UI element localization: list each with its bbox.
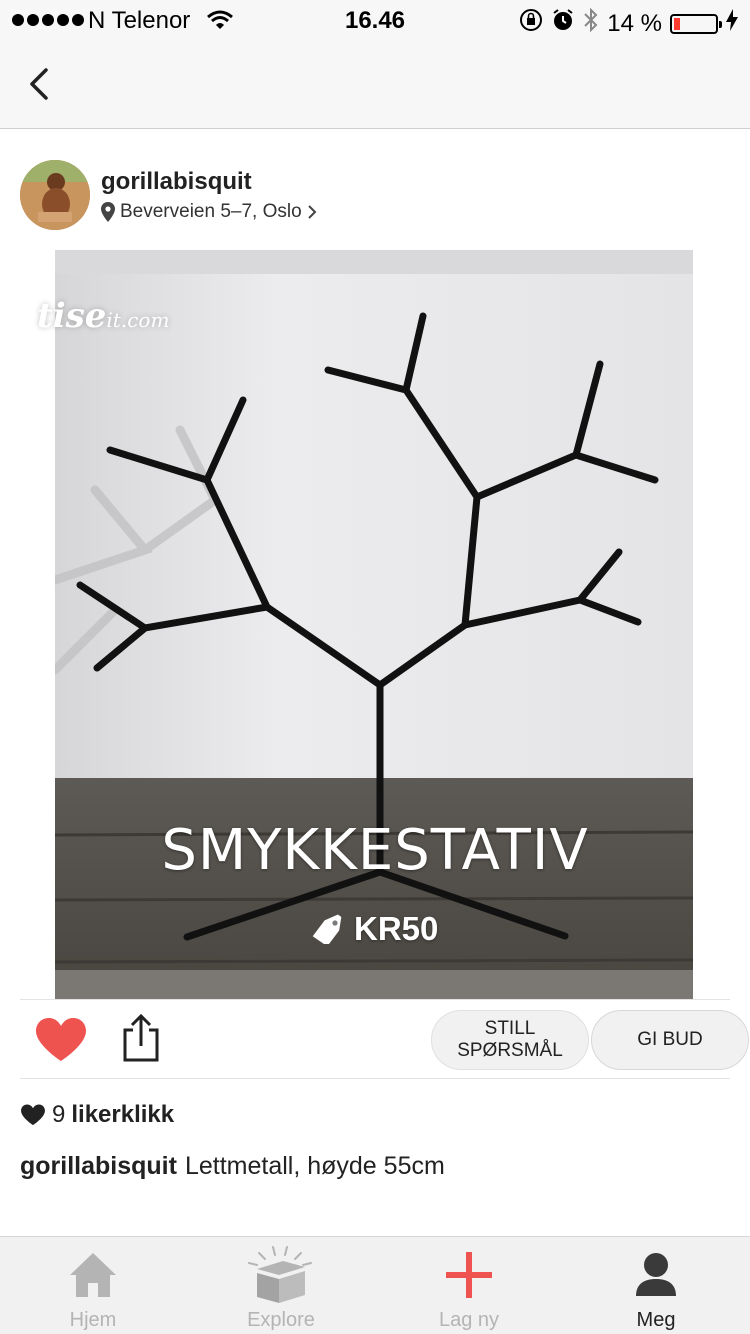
ask-question-button[interactable]: STILL SPØRSMÅL	[431, 1010, 589, 1070]
jewelry-tree-photo	[55, 250, 693, 1000]
place-bid-button[interactable]: GI BUD	[591, 1010, 749, 1070]
home-icon	[70, 1253, 116, 1297]
listing-photo[interactable]	[55, 250, 693, 1000]
tab-label: Lag ny	[438, 1309, 500, 1331]
item-title-overlay: SMYKKESTATIV	[161, 818, 589, 883]
username[interactable]: gorillabisquit	[101, 168, 252, 196]
treasure-chest-icon	[248, 1246, 312, 1303]
plus-icon	[446, 1252, 492, 1298]
likes-summary[interactable]: 9 likerklikk	[20, 1101, 174, 1129]
tab-label: Explore	[247, 1309, 315, 1331]
tab-label: Hjem	[69, 1309, 117, 1331]
battery-percent: 14 %	[607, 9, 662, 37]
person-icon	[636, 1253, 676, 1296]
post-header: gorillabisquit Beverveien 5–7, Oslo	[0, 130, 750, 248]
tab-bar: Hjem Explore Lag ny Meg	[0, 1236, 750, 1334]
map-pin-icon	[101, 202, 115, 222]
share-icon	[123, 1013, 159, 1062]
location-link[interactable]: Beverveien 5–7, Oslo	[101, 201, 317, 223]
ask-label-line2: SPØRSMÅL	[457, 1040, 563, 1061]
likes-count: 9	[52, 1101, 66, 1128]
tab-label: Meg	[636, 1309, 676, 1331]
price-tag-icon	[312, 914, 342, 944]
location-text: Beverveien 5–7, Oslo	[120, 201, 302, 222]
charging-icon	[726, 9, 738, 38]
tab-profile[interactable]: Meg	[581, 1237, 731, 1334]
bluetooth-icon	[583, 7, 599, 40]
chevron-left-icon	[30, 68, 48, 100]
chevron-right-icon	[307, 205, 317, 219]
tab-home[interactable]: Hjem	[18, 1237, 168, 1334]
avatar[interactable]	[20, 160, 90, 230]
caption: gorillabisquit Lettmetall, høyde 55cm	[20, 1152, 445, 1181]
nav-bar	[0, 40, 750, 129]
caption-username[interactable]: gorillabisquit	[20, 1152, 177, 1180]
ask-label-line1: STILL	[484, 1018, 536, 1039]
alarm-icon	[551, 8, 575, 39]
heart-icon	[36, 1018, 86, 1061]
item-price-overlay: KR50	[310, 910, 438, 948]
tise-watermark: tiseit.com	[37, 296, 170, 336]
share-button[interactable]	[121, 1013, 161, 1062]
rotation-lock-icon	[519, 8, 543, 39]
heart-small-icon	[21, 1104, 45, 1126]
caption-text: Lettmetall, høyde 55cm	[184, 1152, 445, 1180]
back-button[interactable]	[22, 66, 62, 106]
price-text: KR50	[354, 910, 439, 947]
status-bar: N Telenor 16.46 14 %	[0, 0, 750, 40]
divider	[20, 999, 730, 1000]
likes-label: likerklikk	[71, 1101, 175, 1128]
divider	[20, 1078, 730, 1079]
like-button[interactable]	[34, 1017, 88, 1063]
tab-explore[interactable]: Explore	[206, 1237, 356, 1334]
tab-create[interactable]: Lag ny	[394, 1237, 544, 1334]
battery-icon	[670, 13, 722, 34]
